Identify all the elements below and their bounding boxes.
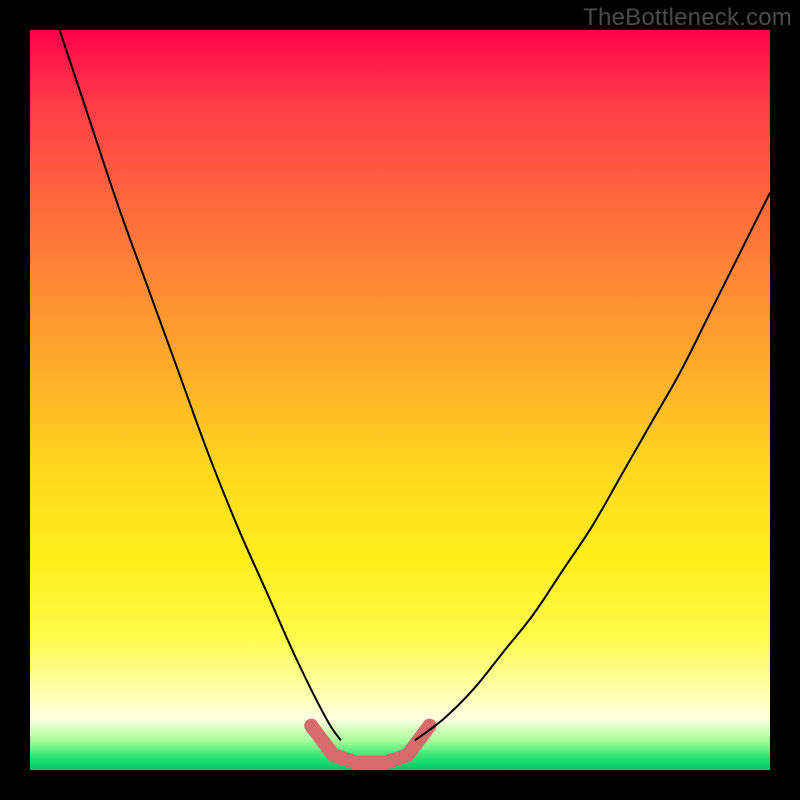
valley-indicator xyxy=(311,726,429,763)
plot-area xyxy=(30,30,770,770)
curve-left-branch xyxy=(60,30,341,740)
curve-right-branch xyxy=(415,193,770,741)
curve-layer xyxy=(30,30,770,770)
watermark-text: TheBottleneck.com xyxy=(583,4,792,32)
outer-frame: TheBottleneck.com xyxy=(0,0,800,800)
